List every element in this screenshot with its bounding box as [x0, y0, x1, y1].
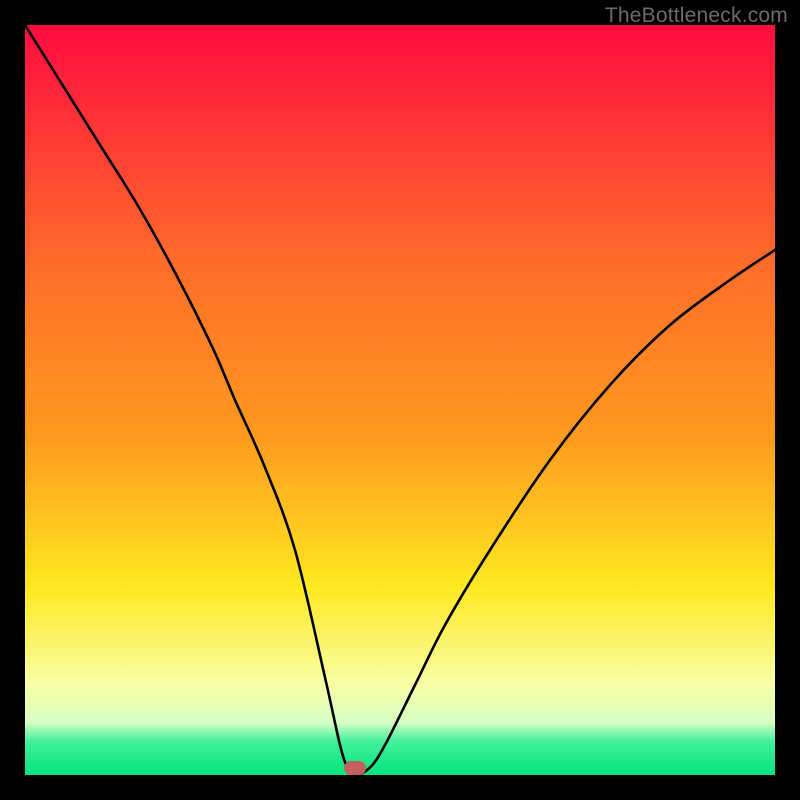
plot-area [25, 25, 775, 775]
gradient-background [25, 25, 775, 775]
chart-svg [25, 25, 775, 775]
watermark-text: TheBottleneck.com [605, 4, 788, 28]
minimum-marker [344, 761, 366, 775]
chart-frame: TheBottleneck.com [0, 0, 800, 800]
